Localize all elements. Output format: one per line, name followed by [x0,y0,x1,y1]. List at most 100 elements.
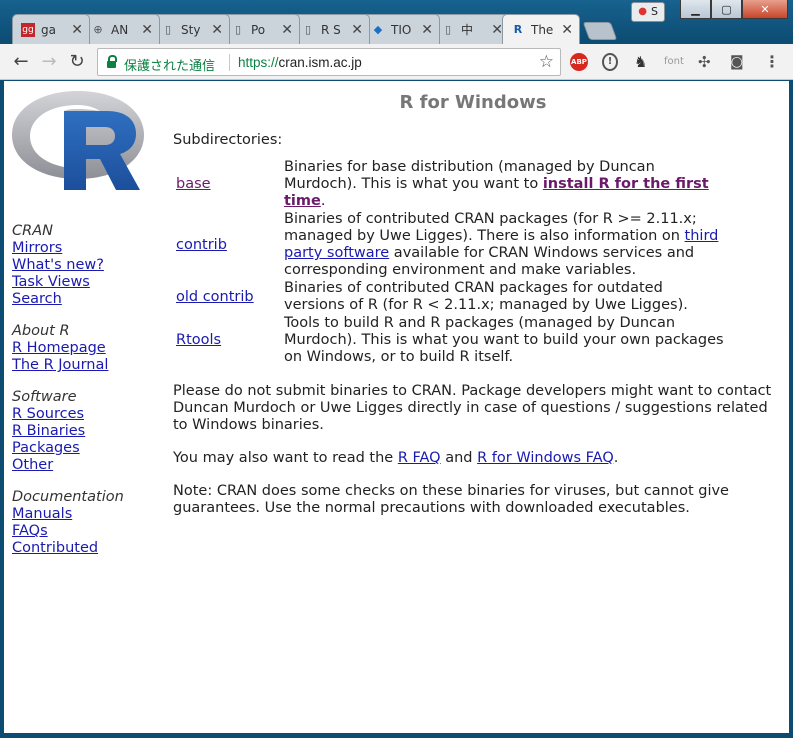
subdir-link[interactable]: contrib [176,237,227,253]
document-icon: ▯ [234,22,242,36]
r-windows-faq-link[interactable]: R for Windows FAQ [477,450,614,466]
r-logo-icon: R [513,22,523,36]
document-icon: ▯ [164,22,172,36]
nav-heading: Software [12,389,77,405]
subdir-link[interactable]: base [176,176,211,192]
close-window-button[interactable]: ✕ [742,0,788,19]
nav-heading: Documentation [12,489,124,505]
web-page: CRAN Mirrors What's new? Task Views Search Ab… [4,81,789,733]
font-icon[interactable]: font [664,53,684,71]
profile-button[interactable]: ● S [631,2,665,22]
url-text: https://cran.ism.ac.jp [238,55,362,70]
reload-icon[interactable]: ↻ [67,52,87,72]
submit-note: Please do not submit binaries to CRAN. P… [173,383,772,433]
nav-link[interactable]: Search [12,291,162,308]
new-tab-button[interactable] [582,22,618,40]
nav-link[interactable]: Packages [12,440,162,457]
tab-strip: gg ga ✕ ⊕ AN ✕ ▯ Sty ✕ ▯ Po ✕ ▯ R S ✕ ◆ TIO ✕ ▯ 中 ✕ R The ✕ [12,14,618,44]
nav-link[interactable]: R Sources [12,406,162,423]
subdirectories-label: Subdirectories: [173,132,283,148]
nav-heading: About R [12,323,70,339]
sidebar: CRAN Mirrors What's new? Task Views Search Ab… [12,89,162,572]
subdir-row: Rtools Tools to build R and R packages (m… [173,315,724,367]
tab-close-icon[interactable]: ✕ [71,22,83,38]
browser-tab[interactable]: ▯ 中 ✕ [432,14,510,44]
document-icon: ▯ [444,22,452,36]
nav-link[interactable]: Task Views [12,274,162,291]
subdir-link[interactable]: Rtools [176,332,221,348]
nav-link[interactable]: R Binaries [12,423,162,440]
browser-tab[interactable]: ◆ TIO ✕ [362,14,440,44]
nav-link[interactable]: Other [12,457,162,474]
maximize-button[interactable]: ▢ [711,0,742,19]
nav-link[interactable]: R Homepage [12,340,162,357]
lock-icon [107,55,117,68]
minimize-button[interactable]: ▁ [680,0,711,19]
h-circle-icon: ⊕ [93,22,103,36]
gear-plugin-icon[interactable]: ✣ [698,53,711,71]
virus-check-note: Note: CRAN does some checks on these bin… [173,483,729,516]
bookmark-star-icon[interactable]: ☆ [539,52,554,72]
address-bar[interactable]: 保護された通信 https://cran.ism.ac.jp ☆ [97,48,561,76]
nav-link[interactable]: Contributed [12,540,162,557]
toolbar: ← → ↻ 保護された通信 https://cran.ism.ac.jp ☆ A… [0,44,793,80]
tab-title: The [531,22,554,37]
browser-window: ● S ▁ ▢ ✕ gg ga ✕ ⊕ AN ✕ ▯ Sty ✕ ▯ Po ✕ ▯ R S ✕ ◆ TIO ✕ ▯ 中… [0,0,793,738]
address-divider [229,54,230,71]
r-logo[interactable] [12,89,146,199]
nav-group: Software R Sources R Binaries Packages Other [12,389,162,474]
tab-close-icon[interactable]: ✕ [351,22,363,38]
info-circle-icon[interactable]: ! [602,53,618,71]
subdir-description: Binaries of contributed CRAN packages fo… [284,280,688,313]
back-icon[interactable]: ← [11,52,31,72]
nav-link[interactable]: What's new? [12,257,162,274]
tab-title: TIO [391,22,412,37]
browser-tab[interactable]: ▯ Po ✕ [222,14,300,44]
nav-group: About RR Homepage The R Journal [12,323,162,374]
tab-close-icon[interactable]: ✕ [141,22,153,38]
nav-link[interactable]: Manuals [12,506,162,523]
secure-label: 保護された通信 [124,58,216,73]
nav-group: CRAN Mirrors What's new? Task Views Search [12,223,162,308]
subdir-row: base Binaries for base distribution (mana… [173,159,724,211]
nav-group: Documentation Manuals FAQs Contributed [12,489,162,557]
subdir-description: Binaries of contributed CRAN packages (f… [284,211,719,278]
page-title: R for Windows [399,92,547,113]
tab-close-icon[interactable]: ✕ [561,22,573,38]
nav-link[interactable]: The R Journal [12,357,162,374]
browser-tab[interactable]: ⊕ AN ✕ [82,14,160,44]
tab-title: Po [251,22,266,37]
tab-title: AN [111,22,129,37]
evernote-icon[interactable]: ♞ [634,53,647,71]
tab-title: ga [41,22,56,37]
subdirectory-table: base Binaries for base distribution (mana… [173,159,724,367]
subdir-description: Binaries for base distribution (managed … [284,159,709,209]
tab-title: Sty [181,22,201,37]
document-icon: ▯ [304,22,312,36]
nav-link[interactable]: FAQs [12,523,162,540]
r-faq-link[interactable]: R FAQ [398,450,441,466]
gg-icon: gg [21,22,35,37]
main-content: R for Windows Subdirectories: base Binari… [173,89,773,533]
window-controls: ▁ ▢ ✕ [680,0,788,19]
tab-title: R S [321,22,341,37]
profile-name: S [651,5,658,18]
tio-diamond-icon: ◆ [373,22,383,36]
subdir-row: contrib Binaries of contributed CRAN pack… [173,211,724,280]
profile-icon: ● [638,6,648,17]
tab-title: 中 [461,23,474,37]
forward-icon[interactable]: → [39,52,59,72]
nav-link[interactable]: Mirrors [12,240,162,257]
nav-heading: CRAN [12,223,53,239]
menu-icon[interactable]: ⋮ [764,53,780,71]
tab-close-icon[interactable]: ✕ [211,22,223,38]
browser-tab[interactable]: ▯ R S ✕ [292,14,370,44]
browser-tab[interactable]: ▯ Sty ✕ [152,14,230,44]
browser-tab[interactable]: gg ga ✕ [12,14,90,44]
browser-tab[interactable]: R The ✕ [502,14,580,44]
tab-close-icon[interactable]: ✕ [281,22,293,38]
subdir-link[interactable]: old contrib [176,289,254,305]
abp-icon[interactable]: ABP [570,53,588,71]
camera-icon[interactable]: ◙ [730,53,744,71]
tab-close-icon[interactable]: ✕ [421,22,433,38]
